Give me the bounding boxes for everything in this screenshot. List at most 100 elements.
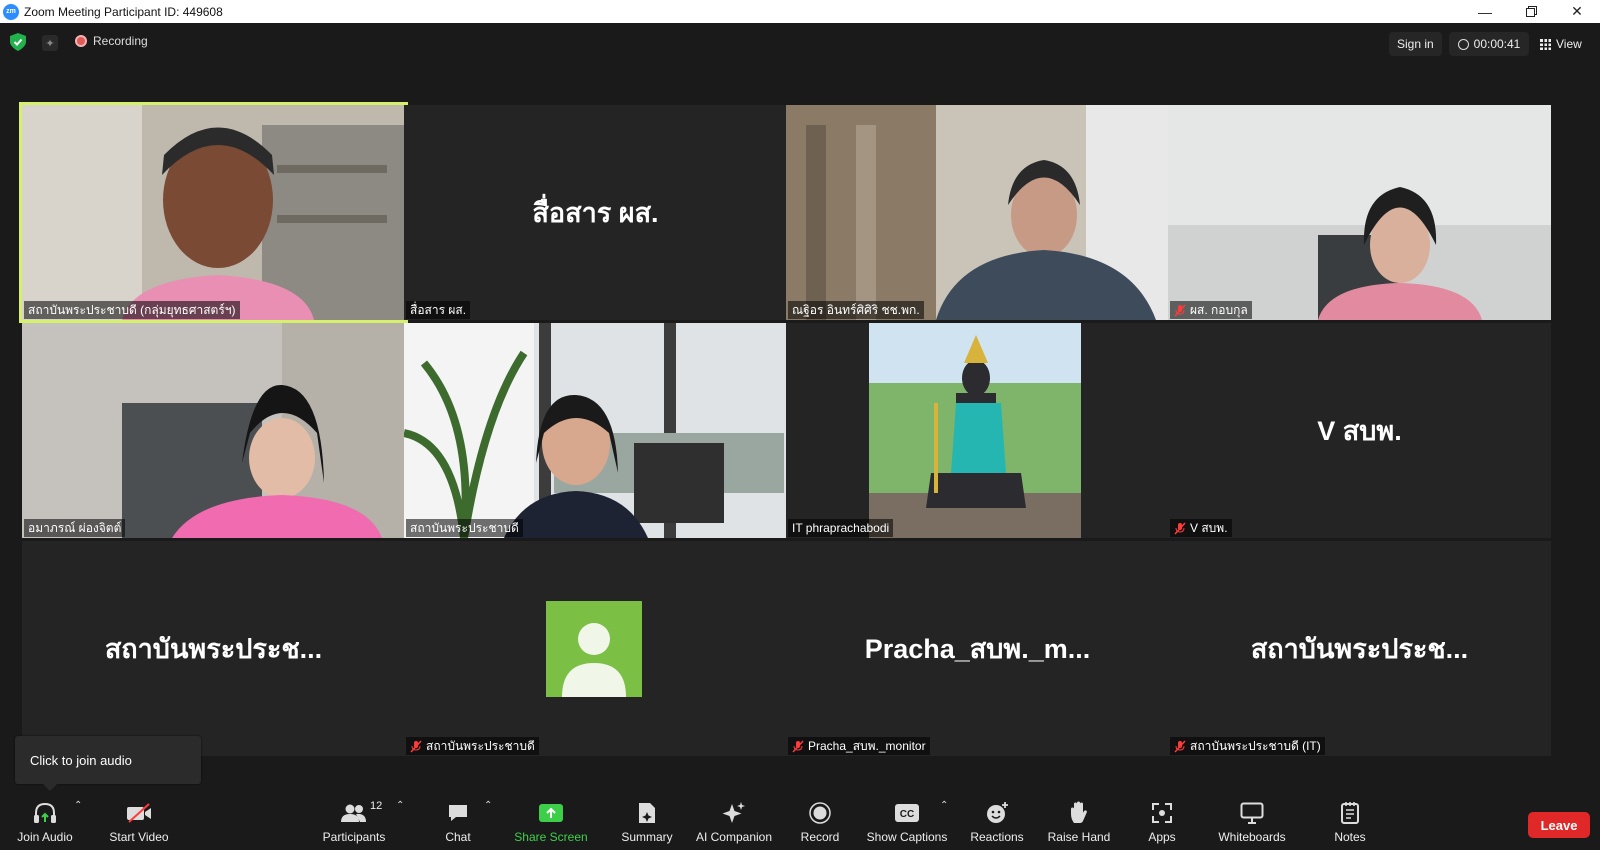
- summary-button[interactable]: Summary: [618, 796, 676, 846]
- participant-tile[interactable]: สถาบันพระประช...: [22, 541, 405, 756]
- raise-hand-button[interactable]: Raise Hand: [1046, 796, 1112, 846]
- participant-name-text: สถาบันพระประชาบดี: [426, 738, 535, 753]
- participant-tile[interactable]: สื่อสาร ผส. สื่อสาร ผส.: [404, 105, 787, 320]
- captions-options-caret[interactable]: ⌃: [940, 800, 948, 811]
- mic-muted-icon: [1174, 739, 1186, 753]
- meeting-top-bar: ✦ Recording Sign in 00:00:41 View: [0, 23, 1600, 63]
- chat-icon: [449, 805, 467, 821]
- whiteboards-label: Whiteboards: [1218, 830, 1286, 844]
- participants-button[interactable]: 12 Participants: [318, 796, 390, 846]
- participant-tile[interactable]: V สบพ. V สบพ.: [1168, 323, 1551, 538]
- video-off-icon: [127, 803, 151, 823]
- participant-tile[interactable]: สถาบันพระประช... สถาบันพระประชาบดี (IT): [1168, 541, 1551, 756]
- participant-name-text: สื่อสาร ผส.: [410, 302, 467, 317]
- participants-options-caret[interactable]: ⌃: [396, 800, 404, 811]
- participant-tile[interactable]: สถาบันพระประชาบดี: [404, 541, 787, 756]
- leave-button[interactable]: Leave: [1528, 812, 1590, 838]
- recording-label: Recording: [93, 34, 148, 48]
- default-avatar-icon: [562, 623, 626, 697]
- record-dot-icon: [75, 35, 87, 47]
- apps-icon: [1152, 803, 1172, 823]
- record-button[interactable]: Record: [797, 796, 843, 846]
- view-label: View: [1556, 37, 1582, 51]
- mic-muted-icon: [1174, 303, 1186, 317]
- participant-name: อมาภรณ์ ผ่องจิตต์: [24, 519, 126, 537]
- participant-name-text: สถาบันพระประชาบดี: [410, 520, 519, 535]
- participant-name: Pracha_สบพ._monitor: [788, 737, 930, 755]
- participants-count: 12: [370, 800, 383, 812]
- participant-name: สื่อสาร ผส.: [406, 301, 471, 319]
- window-title-bar: zm Zoom Meeting Participant ID: 449608 —…: [0, 0, 1600, 23]
- participant-name-text: สถาบันพระประชาบดี (IT): [1190, 738, 1321, 753]
- avatar: [546, 601, 642, 697]
- meeting-timer[interactable]: 00:00:41: [1449, 32, 1529, 56]
- participant-display-name: สถาบันพระประช...: [104, 634, 323, 664]
- start-video-label: Start Video: [109, 830, 169, 844]
- participant-name: IT phraprachabodi: [788, 519, 894, 537]
- participants-icon: [341, 804, 366, 822]
- participant-tile[interactable]: ผส. กอบกุล: [1168, 105, 1551, 320]
- participant-video: [22, 323, 405, 538]
- ai-sparkle-icon[interactable]: ✦: [42, 35, 58, 51]
- reactions-label: Reactions: [970, 830, 1024, 844]
- participant-video: [22, 105, 405, 320]
- notes-button[interactable]: Notes: [1330, 796, 1370, 846]
- participant-name: ผส. กอบกุล: [1170, 301, 1252, 319]
- participant-name: V สบพ.: [1170, 519, 1232, 537]
- restore-icon: [1525, 6, 1537, 17]
- start-video-button[interactable]: Start Video: [104, 796, 174, 846]
- show-captions-button[interactable]: CC Show Captions: [866, 796, 948, 846]
- mic-muted-icon: [1174, 521, 1186, 535]
- whiteboards-button[interactable]: Whiteboards: [1214, 796, 1290, 846]
- raise-hand-icon: [1071, 801, 1087, 823]
- summary-label: Summary: [621, 830, 673, 844]
- participant-name: สถาบันพระประชาบดี: [406, 737, 539, 755]
- mic-muted-icon: [410, 739, 422, 753]
- chat-button[interactable]: Chat: [438, 796, 478, 846]
- sign-in-button[interactable]: Sign in: [1389, 32, 1442, 56]
- ai-companion-button[interactable]: AI Companion: [694, 796, 774, 846]
- chat-label: Chat: [445, 830, 471, 844]
- participant-tile[interactable]: IT phraprachabodi: [786, 323, 1169, 538]
- reactions-button[interactable]: Reactions: [966, 796, 1028, 846]
- minimize-button[interactable]: —: [1462, 0, 1508, 23]
- window-title: Zoom Meeting Participant ID: 449608: [24, 4, 223, 19]
- chat-options-caret[interactable]: ⌃: [484, 800, 492, 811]
- view-button[interactable]: View: [1536, 32, 1586, 56]
- notes-label: Notes: [1334, 830, 1366, 844]
- shield-icon[interactable]: [10, 33, 26, 51]
- recording-indicator[interactable]: Recording: [75, 34, 148, 48]
- audio-options-caret[interactable]: ⌃: [74, 800, 82, 811]
- participant-video: [404, 323, 787, 538]
- join-audio-button[interactable]: Join Audio: [14, 796, 76, 846]
- participant-tile[interactable]: สถาบันพระประชาบดี (กลุ่มยุทธศาสตร์ฯ): [19, 102, 408, 323]
- participant-video: [786, 323, 1169, 538]
- participant-name-text: Pracha_สบพ._monitor: [808, 738, 926, 753]
- raise-hand-label: Raise Hand: [1047, 830, 1111, 844]
- grid-view-icon: [1540, 38, 1551, 50]
- participant-tile[interactable]: Pracha_สบพ._m... Pracha_สบพ._monitor: [786, 541, 1169, 756]
- apps-button[interactable]: Apps: [1144, 796, 1180, 846]
- participant-name-text: V สบพ.: [1190, 520, 1228, 535]
- timer-value: 00:00:41: [1473, 37, 1521, 51]
- participant-name: ณฐิอร อินทร์ศิศิริ ชช.พก.: [788, 301, 924, 319]
- ai-companion-label: AI Companion: [695, 830, 773, 844]
- participants-label: Participants: [322, 830, 386, 844]
- participant-video: [786, 105, 1169, 320]
- participant-name-text: IT phraprachabodi: [792, 521, 890, 535]
- captions-icon: CC: [895, 804, 919, 822]
- close-button[interactable]: ✕: [1554, 0, 1600, 23]
- participant-name-text: สถาบันพระประชาบดี (กลุ่มยุทธศาสตร์ฯ): [28, 302, 236, 317]
- participant-name-text: ผส. กอบกุล: [1190, 302, 1248, 317]
- participant-name: สถาบันพระประชาบดี (IT): [1170, 737, 1325, 755]
- participant-tile[interactable]: สถาบันพระประชาบดี: [404, 323, 787, 538]
- share-screen-button[interactable]: Share Screen: [514, 796, 588, 846]
- join-audio-tooltip: Click to join audio: [15, 736, 201, 791]
- participant-video: [1168, 105, 1551, 320]
- mic-muted-icon: [792, 739, 804, 753]
- restore-button[interactable]: [1508, 0, 1554, 23]
- participant-tile[interactable]: ณฐิอร อินทร์ศิศิริ ชช.พก.: [786, 105, 1169, 320]
- ai-companion-icon: [722, 802, 745, 823]
- clock-icon: [1457, 38, 1469, 50]
- participant-tile[interactable]: อมาภรณ์ ผ่องจิตต์: [22, 323, 405, 538]
